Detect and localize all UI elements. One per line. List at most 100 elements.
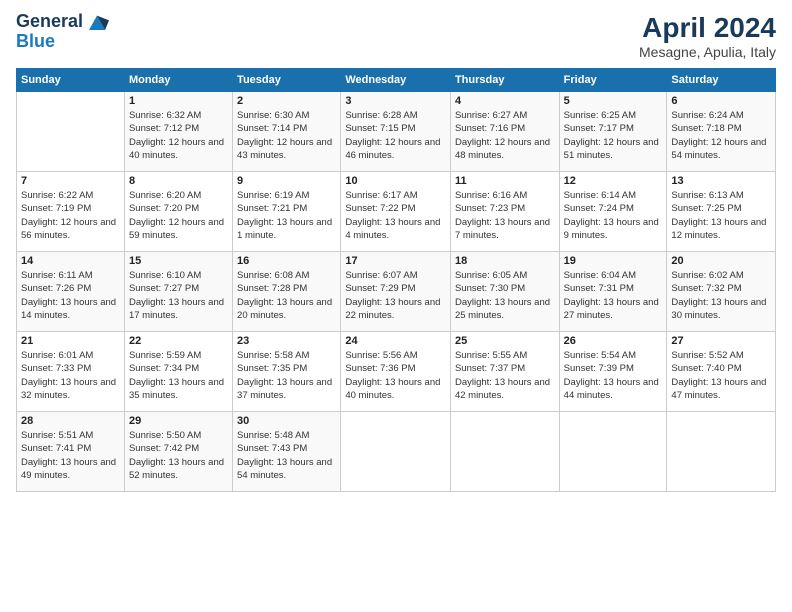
calendar-table: SundayMondayTuesdayWednesdayThursdayFrid… [16,68,776,492]
day-info: Sunrise: 6:22 AMSunset: 7:19 PMDaylight:… [21,189,120,242]
calendar-cell: 29 Sunrise: 5:50 AMSunset: 7:42 PMDayligh… [124,412,232,492]
day-number: 20 [671,255,771,267]
day-info: Sunrise: 5:51 AMSunset: 7:41 PMDaylight:… [21,429,120,482]
logo-icon [85,12,109,32]
day-number: 27 [671,335,771,347]
calendar-cell: 20 Sunrise: 6:02 AMSunset: 7:32 PMDayligh… [667,252,776,332]
day-number: 19 [564,255,663,267]
calendar-cell: 6 Sunrise: 6:24 AMSunset: 7:18 PMDaylight… [667,92,776,172]
day-number: 5 [564,95,663,107]
logo-text-general: General [16,12,83,32]
day-info: Sunrise: 6:02 AMSunset: 7:32 PMDaylight:… [671,269,771,322]
day-number: 3 [345,95,446,107]
header: General Blue April 2024 Mesagne, Apulia,… [16,12,776,60]
day-info: Sunrise: 6:01 AMSunset: 7:33 PMDaylight:… [21,349,120,402]
weekday-header-saturday: Saturday [667,69,776,92]
weekday-header-thursday: Thursday [450,69,559,92]
calendar-cell: 10 Sunrise: 6:17 AMSunset: 7:22 PMDayligh… [341,172,451,252]
day-info: Sunrise: 5:54 AMSunset: 7:39 PMDaylight:… [564,349,663,402]
day-info: Sunrise: 6:24 AMSunset: 7:18 PMDaylight:… [671,109,771,162]
day-number: 2 [237,95,336,107]
logo-text-blue: Blue [16,32,109,52]
day-number: 15 [129,255,228,267]
week-row-5: 28 Sunrise: 5:51 AMSunset: 7:41 PMDayligh… [17,412,776,492]
day-info: Sunrise: 6:17 AMSunset: 7:22 PMDaylight:… [345,189,446,242]
calendar-cell: 26Sunrise: 5:54 AMSunset: 7:39 PMDayligh… [559,332,667,412]
day-number: 1 [129,95,228,107]
day-info: Sunrise: 6:05 AMSunset: 7:30 PMDaylight:… [455,269,555,322]
calendar-cell: 28 Sunrise: 5:51 AMSunset: 7:41 PMDayligh… [17,412,125,492]
calendar-cell: 5 Sunrise: 6:25 AMSunset: 7:17 PMDaylight… [559,92,667,172]
day-info: Sunrise: 5:52 AMSunset: 7:40 PMDaylight:… [671,349,771,402]
day-info: Sunrise: 6:13 AMSunset: 7:25 PMDaylight:… [671,189,771,242]
day-number: 7 [21,175,120,187]
week-row-2: 7 Sunrise: 6:22 AMSunset: 7:19 PMDaylight… [17,172,776,252]
day-info: Sunrise: 5:48 AMSunset: 7:43 PMDaylight:… [237,429,336,482]
calendar-cell: 8 Sunrise: 6:20 AMSunset: 7:20 PMDaylight… [124,172,232,252]
weekday-header-wednesday: Wednesday [341,69,451,92]
day-info: Sunrise: 6:04 AMSunset: 7:31 PMDaylight:… [564,269,663,322]
day-info: Sunrise: 6:25 AMSunset: 7:17 PMDaylight:… [564,109,663,162]
title-block: April 2024 Mesagne, Apulia, Italy [639,12,776,60]
calendar-cell [667,412,776,492]
calendar-cell: 19 Sunrise: 6:04 AMSunset: 7:31 PMDayligh… [559,252,667,332]
weekday-header-sunday: Sunday [17,69,125,92]
calendar-cell: 23 Sunrise: 5:58 AMSunset: 7:35 PMDayligh… [233,332,341,412]
day-info: Sunrise: 6:20 AMSunset: 7:20 PMDaylight:… [129,189,228,242]
day-number: 8 [129,175,228,187]
location-title: Mesagne, Apulia, Italy [639,44,776,60]
weekday-header-friday: Friday [559,69,667,92]
day-number: 21 [21,335,120,347]
calendar-cell: 25Sunrise: 5:55 AMSunset: 7:37 PMDayligh… [450,332,559,412]
calendar-cell: 21 Sunrise: 6:01 AMSunset: 7:33 PMDayligh… [17,332,125,412]
day-number: 6 [671,95,771,107]
day-number: 12 [564,175,663,187]
calendar-cell: 12 Sunrise: 6:14 AMSunset: 7:24 PMDayligh… [559,172,667,252]
day-number: 24 [345,335,446,347]
month-title: April 2024 [639,12,776,44]
calendar-cell [559,412,667,492]
week-row-1: 1 Sunrise: 6:32 AMSunset: 7:12 PMDaylight… [17,92,776,172]
day-number: 17 [345,255,446,267]
weekday-header-monday: Monday [124,69,232,92]
calendar-cell: 24Sunrise: 5:56 AMSunset: 7:36 PMDayligh… [341,332,451,412]
day-info: Sunrise: 6:27 AMSunset: 7:16 PMDaylight:… [455,109,555,162]
day-number: 29 [129,415,228,427]
calendar-cell: 13 Sunrise: 6:13 AMSunset: 7:25 PMDayligh… [667,172,776,252]
day-number: 14 [21,255,120,267]
logo: General Blue [16,12,109,52]
day-info: Sunrise: 5:59 AMSunset: 7:34 PMDaylight:… [129,349,228,402]
calendar-cell: 4Sunrise: 6:27 AMSunset: 7:16 PMDaylight… [450,92,559,172]
day-number: 9 [237,175,336,187]
day-info: Sunrise: 5:58 AMSunset: 7:35 PMDaylight:… [237,349,336,402]
week-row-3: 14 Sunrise: 6:11 AMSunset: 7:26 PMDayligh… [17,252,776,332]
calendar-cell: 11Sunrise: 6:16 AMSunset: 7:23 PMDayligh… [450,172,559,252]
day-number: 23 [237,335,336,347]
day-info: Sunrise: 6:07 AMSunset: 7:29 PMDaylight:… [345,269,446,322]
day-info: Sunrise: 6:10 AMSunset: 7:27 PMDaylight:… [129,269,228,322]
day-info: Sunrise: 6:14 AMSunset: 7:24 PMDaylight:… [564,189,663,242]
day-info: Sunrise: 6:11 AMSunset: 7:26 PMDaylight:… [21,269,120,322]
weekday-header-tuesday: Tuesday [233,69,341,92]
day-number: 10 [345,175,446,187]
calendar-cell: 9 Sunrise: 6:19 AMSunset: 7:21 PMDaylight… [233,172,341,252]
calendar-cell: 2 Sunrise: 6:30 AMSunset: 7:14 PMDaylight… [233,92,341,172]
day-info: Sunrise: 5:55 AMSunset: 7:37 PMDaylight:… [455,349,555,402]
day-number: 28 [21,415,120,427]
day-info: Sunrise: 6:32 AMSunset: 7:12 PMDaylight:… [129,109,228,162]
day-info: Sunrise: 6:30 AMSunset: 7:14 PMDaylight:… [237,109,336,162]
calendar-cell [341,412,451,492]
calendar-cell: 15 Sunrise: 6:10 AMSunset: 7:27 PMDayligh… [124,252,232,332]
day-info: Sunrise: 6:19 AMSunset: 7:21 PMDaylight:… [237,189,336,242]
day-number: 30 [237,415,336,427]
week-row-4: 21 Sunrise: 6:01 AMSunset: 7:33 PMDayligh… [17,332,776,412]
day-info: Sunrise: 6:28 AMSunset: 7:15 PMDaylight:… [345,109,446,162]
day-number: 11 [455,175,555,187]
day-number: 16 [237,255,336,267]
calendar-cell [17,92,125,172]
day-info: Sunrise: 5:50 AMSunset: 7:42 PMDaylight:… [129,429,228,482]
day-number: 18 [455,255,555,267]
calendar-cell [450,412,559,492]
day-number: 13 [671,175,771,187]
weekday-header-row: SundayMondayTuesdayWednesdayThursdayFrid… [17,69,776,92]
